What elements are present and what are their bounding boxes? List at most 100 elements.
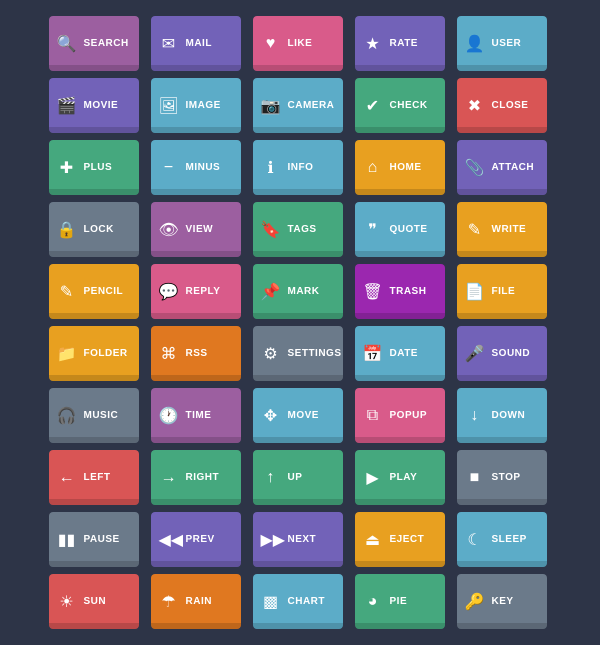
tile-search[interactable]: 🔍SEARCH xyxy=(49,16,139,71)
tile-left[interactable]: ←LEFT xyxy=(49,450,139,505)
mail-icon: ✉ xyxy=(159,34,179,54)
eject-icon: ⏏ xyxy=(363,530,383,550)
tile-lock[interactable]: 🔒LOCK xyxy=(49,202,139,257)
tile-prev[interactable]: ◀◀PREV xyxy=(151,512,241,567)
movie-label: MOVIE xyxy=(84,100,119,112)
rss-icon: ⌘ xyxy=(159,344,179,364)
tile-mail[interactable]: ✉MAIL xyxy=(151,16,241,71)
view-label: VIEW xyxy=(186,224,214,236)
sleep-label: SLEEP xyxy=(492,534,527,546)
attach-icon: 📎 xyxy=(465,158,485,178)
tile-eject[interactable]: ⏏EJECT xyxy=(355,512,445,567)
tile-play[interactable]: ▶ PLAY xyxy=(355,450,445,505)
popup-label: POPUP xyxy=(390,410,428,422)
tile-view[interactable]: 👁VIEW xyxy=(151,202,241,257)
tile-date[interactable]: 📅DATE xyxy=(355,326,445,381)
folder-label: FOLDER xyxy=(84,348,128,360)
tile-pie[interactable]: ◕ PIE xyxy=(355,574,445,629)
camera-icon: 📷 xyxy=(261,96,281,116)
popup-icon: ⧉ xyxy=(363,407,383,425)
tile-rate[interactable]: ★RATE xyxy=(355,16,445,71)
tile-image[interactable]: 🖼IMAGE xyxy=(151,78,241,133)
tile-user[interactable]: 👤USER xyxy=(457,16,547,71)
pause-icon: ▮▮ xyxy=(57,530,77,550)
tile-home[interactable]: ⌂HOME xyxy=(355,140,445,195)
pause-label: PAUSE xyxy=(84,534,120,546)
tile-mark[interactable]: 📌MARK xyxy=(253,264,343,319)
tile-pause[interactable]: ▮▮ PAUSE xyxy=(49,512,139,567)
tile-movie[interactable]: 🎬MOVIE xyxy=(49,78,139,133)
key-label: KEY xyxy=(492,596,514,608)
tile-right[interactable]: → RIGHT xyxy=(151,450,241,505)
tile-next[interactable]: ▶▶NexT xyxy=(253,512,343,567)
info-label: INFO xyxy=(288,162,314,174)
image-icon: 🖼 xyxy=(159,96,179,116)
sun-icon: ☀ xyxy=(57,592,77,612)
tags-icon: 🔖 xyxy=(261,220,281,240)
chart-icon: ▩ xyxy=(261,592,281,612)
tile-stop[interactable]: ■STOP xyxy=(457,450,547,505)
home-icon: ⌂ xyxy=(363,159,383,177)
tile-sound[interactable]: 🎤SOUND xyxy=(457,326,547,381)
user-icon: 👤 xyxy=(465,34,485,54)
play-label: PLAY xyxy=(390,472,418,484)
tile-info[interactable]: ℹINFO xyxy=(253,140,343,195)
tile-chart[interactable]: ▩ CHART xyxy=(253,574,343,629)
right-label: RIGHT xyxy=(186,472,220,484)
rate-label: RATE xyxy=(390,38,418,50)
tile-sleep[interactable]: ☾ SLEEP xyxy=(457,512,547,567)
quote-icon: ❞ xyxy=(363,220,383,240)
up-label: UP xyxy=(288,472,303,484)
tile-key[interactable]: 🔑 KEY xyxy=(457,574,547,629)
minus-icon: − xyxy=(159,159,179,177)
tile-up[interactable]: ↑UP xyxy=(253,450,343,505)
write-label: WRITE xyxy=(492,224,527,236)
tile-minus[interactable]: −MINUS xyxy=(151,140,241,195)
tile-down[interactable]: ↓DOWN xyxy=(457,388,547,443)
pie-label: PIE xyxy=(390,596,408,608)
play-icon: ▶ xyxy=(363,468,383,488)
camera-label: CAMERA xyxy=(288,100,335,112)
right-icon: → xyxy=(159,469,179,487)
folder-icon: 📁 xyxy=(57,344,77,364)
tile-camera[interactable]: 📷 CAMERA xyxy=(253,78,343,133)
tile-sun[interactable]: ☀SUN xyxy=(49,574,139,629)
tile-music[interactable]: 🎧MUSIC xyxy=(49,388,139,443)
rain-label: RAIN xyxy=(186,596,212,608)
tile-plus[interactable]: ✚PLUS xyxy=(49,140,139,195)
tile-pencil[interactable]: ✎PENCIL xyxy=(49,264,139,319)
tile-trash[interactable]: 🗑TRASH xyxy=(355,264,445,319)
chart-label: CHART xyxy=(288,596,326,608)
tile-popup[interactable]: ⧉ POPUP xyxy=(355,388,445,443)
pie-icon: ◕ xyxy=(363,593,383,611)
settings-label: SETTINGS xyxy=(288,348,342,360)
tile-close[interactable]: ✖CLOSE xyxy=(457,78,547,133)
tile-file[interactable]: 📄FILE xyxy=(457,264,547,319)
tile-attach[interactable]: 📎ATTACH xyxy=(457,140,547,195)
key-icon: 🔑 xyxy=(465,592,485,612)
tile-move[interactable]: ✥MOVE xyxy=(253,388,343,443)
tile-write[interactable]: ✎ WRITE xyxy=(457,202,547,257)
tile-reply[interactable]: 💬REPLY xyxy=(151,264,241,319)
minus-label: MINUS xyxy=(186,162,221,174)
tile-time[interactable]: 🕐TIME xyxy=(151,388,241,443)
pencil-label: PENCIL xyxy=(84,286,124,298)
tile-rss[interactable]: ⌘RSS xyxy=(151,326,241,381)
tile-check[interactable]: ✔CHECK xyxy=(355,78,445,133)
stop-label: STOP xyxy=(492,472,521,484)
tile-folder[interactable]: 📁 FOLDER xyxy=(49,326,139,381)
write-icon: ✎ xyxy=(465,220,485,240)
quote-label: QUOTE xyxy=(390,224,428,236)
tile-settings[interactable]: ⚙ SETTINGS xyxy=(253,326,343,381)
sleep-icon: ☾ xyxy=(465,530,485,550)
check-label: CHECK xyxy=(390,100,428,112)
time-label: TIME xyxy=(186,410,212,422)
settings-icon: ⚙ xyxy=(261,344,281,364)
lock-label: LOCK xyxy=(84,224,114,236)
tile-rain[interactable]: ☂RAIN xyxy=(151,574,241,629)
tile-quote[interactable]: ❞ QUOTE xyxy=(355,202,445,257)
move-icon: ✥ xyxy=(261,406,281,426)
tile-tags[interactable]: 🔖TAGS xyxy=(253,202,343,257)
search-label: SEARCH xyxy=(84,38,129,50)
tile-like[interactable]: ♥LIKE xyxy=(253,16,343,71)
